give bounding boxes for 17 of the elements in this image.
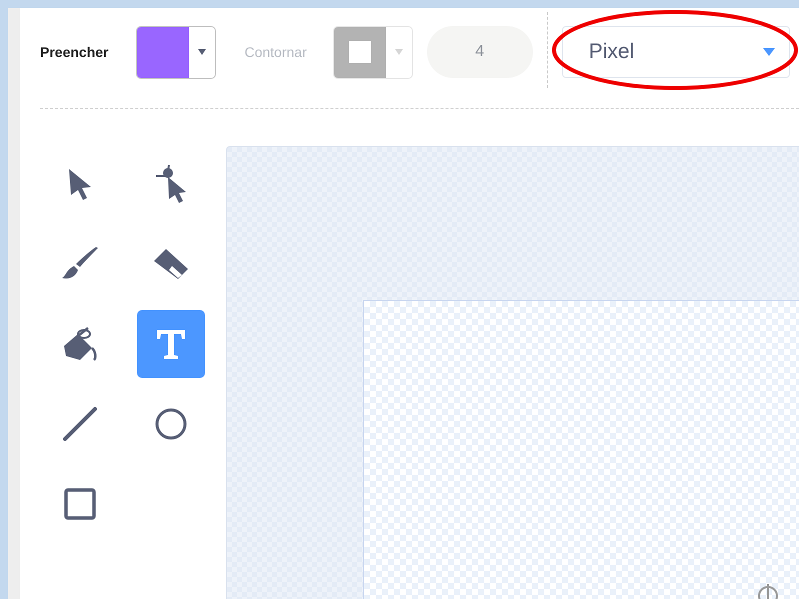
crosshair-icon[interactable] (756, 582, 780, 599)
caret-icon (762, 48, 775, 56)
text-icon (156, 328, 186, 360)
arrow-cursor-icon (67, 167, 93, 201)
circle-icon (154, 407, 188, 441)
line-icon (62, 406, 98, 442)
no-color-icon (348, 41, 371, 63)
caret-icon (394, 49, 403, 55)
outline-label: Contornar (244, 44, 307, 60)
square-icon (64, 488, 96, 520)
eraser-icon (152, 247, 190, 281)
mode-dropdown[interactable]: Pixel (562, 26, 790, 78)
caret-icon (198, 49, 206, 55)
reshape-cursor-icon (154, 163, 188, 205)
fill-color-button[interactable] (136, 26, 216, 78)
tool-button[interactable] (137, 310, 205, 378)
fill-label: Preencher (40, 44, 108, 60)
